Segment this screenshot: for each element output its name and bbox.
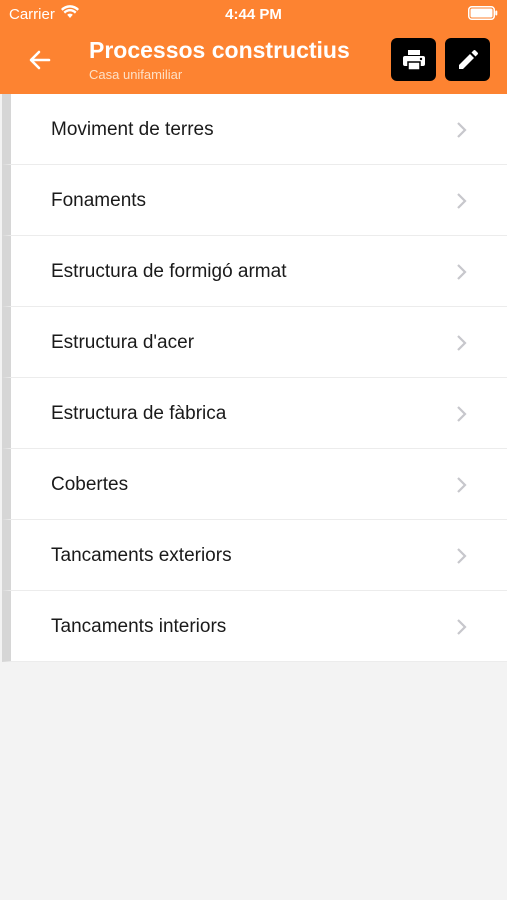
list-item-label: Tancaments exteriors: [51, 545, 232, 566]
back-button[interactable]: [26, 46, 54, 74]
list-item-label: Estructura de formigó armat: [51, 261, 287, 282]
process-list: Moviment de terres Fonaments Estructura …: [2, 94, 507, 662]
list-item-label: Moviment de terres: [51, 119, 214, 140]
page-title: Processos constructius: [89, 37, 350, 63]
app-header: Carrier 4:44 PM Processos constructius C…: [0, 0, 507, 94]
list-item-label: Estructura d'acer: [51, 332, 195, 353]
chevron-right-icon: [457, 406, 467, 422]
list-item[interactable]: Tancaments exteriors: [2, 520, 507, 591]
list-item[interactable]: Tancaments interiors: [2, 591, 507, 662]
printer-icon: [402, 49, 425, 71]
list-item[interactable]: Fonaments: [2, 165, 507, 236]
chevron-right-icon: [457, 264, 467, 280]
chevron-right-icon: [457, 335, 467, 351]
chevron-right-icon: [457, 193, 467, 209]
chevron-right-icon: [457, 548, 467, 564]
battery-icon: [468, 6, 498, 24]
list-item[interactable]: Estructura de formigó armat: [2, 236, 507, 307]
list-item-label: Estructura de fàbrica: [51, 403, 227, 424]
arrow-left-icon: [29, 50, 51, 70]
status-time: 4:44 PM: [225, 6, 282, 23]
list-item[interactable]: Estructura de fàbrica: [2, 378, 507, 449]
page-subtitle: Casa unifamiliar: [89, 67, 183, 82]
edit-button[interactable]: [445, 38, 490, 81]
list-item-label: Fonaments: [51, 190, 147, 211]
list-item-label: Cobertes: [51, 474, 129, 495]
pencil-icon: [458, 49, 478, 69]
chevron-right-icon: [457, 122, 467, 138]
status-bar: Carrier 4:44 PM: [0, 0, 507, 28]
chevron-right-icon: [457, 477, 467, 493]
list-item[interactable]: Moviment de terres: [2, 94, 507, 165]
chevron-right-icon: [457, 619, 467, 635]
list-item[interactable]: Cobertes: [2, 449, 507, 520]
list-item-label: Tancaments interiors: [51, 616, 227, 637]
list-item[interactable]: Estructura d'acer: [2, 307, 507, 378]
print-button[interactable]: [391, 38, 436, 81]
